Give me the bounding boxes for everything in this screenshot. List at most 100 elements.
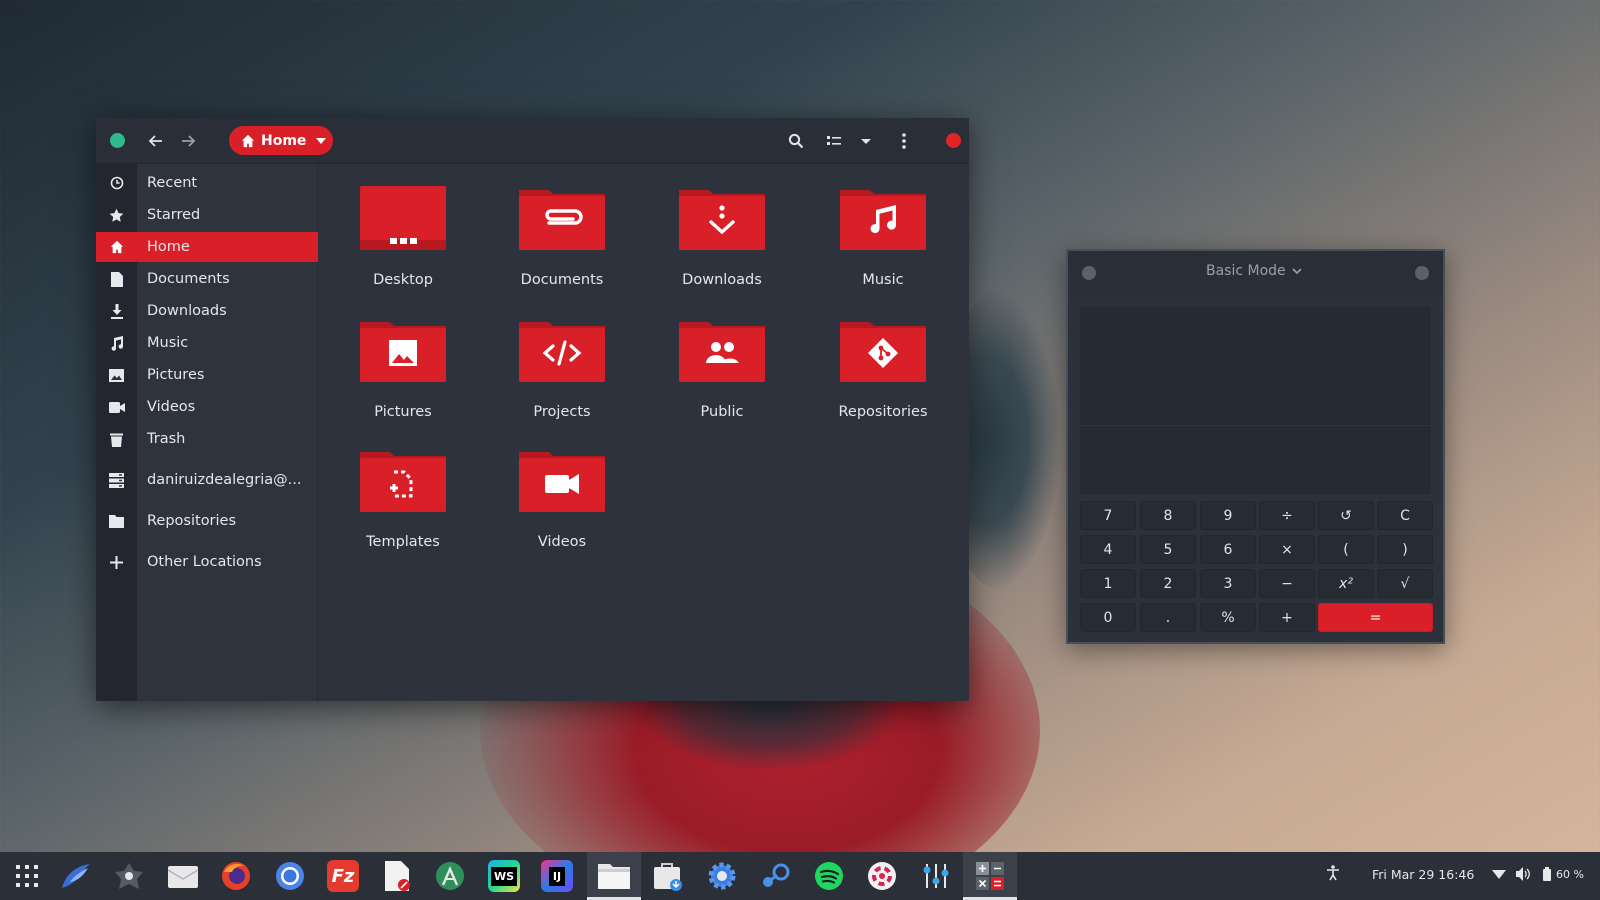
- text-editor-icon[interactable]: [370, 852, 424, 900]
- key-undo[interactable]: ↺: [1318, 501, 1374, 530]
- mode-label: Basic Mode: [1206, 263, 1286, 279]
- mail-icon[interactable]: [156, 852, 210, 900]
- folder-public[interactable]: Public: [652, 318, 792, 420]
- key-square[interactable]: x²: [1318, 569, 1374, 598]
- music-note-icon: [840, 190, 926, 250]
- key-equals[interactable]: =: [1318, 603, 1433, 632]
- path-bar-home-button[interactable]: Home: [229, 126, 333, 155]
- volume-icon[interactable]: [1516, 867, 1531, 881]
- key-3[interactable]: 3: [1200, 569, 1256, 598]
- calculator-menu-button[interactable]: [1082, 266, 1096, 280]
- folder-projects[interactable]: Projects: [492, 318, 632, 420]
- settings-icon[interactable]: [695, 852, 749, 900]
- key-0[interactable]: 0: [1080, 603, 1136, 632]
- eye-of-gnome-icon[interactable]: [102, 852, 156, 900]
- android-studio-icon[interactable]: [423, 852, 477, 900]
- close-window-button[interactable]: [1415, 266, 1429, 280]
- ubuntu-icon[interactable]: [855, 852, 909, 900]
- sidebar-item-label: Documents: [147, 271, 230, 287]
- folder-music[interactable]: Music: [813, 186, 953, 288]
- search-icon[interactable]: [786, 131, 806, 151]
- key-percent[interactable]: %: [1200, 603, 1256, 632]
- window-menu-button[interactable]: [110, 133, 125, 148]
- calculator-headerbar: Basic Mode: [1068, 251, 1443, 295]
- key-1[interactable]: 1: [1080, 569, 1136, 598]
- sidebar-item-label: Downloads: [147, 303, 227, 319]
- calculator-window: Basic Mode 7 8 9 ÷ ↺ C 4 5 6 × ( ) 1 2 3…: [1066, 249, 1445, 644]
- sidebar-item-starred[interactable]: Starred: [96, 200, 318, 230]
- key-close-paren[interactable]: ): [1377, 535, 1433, 564]
- close-window-button[interactable]: [946, 133, 961, 148]
- key-clear[interactable]: C: [1377, 501, 1433, 530]
- network-wifi-icon[interactable]: [1492, 869, 1506, 880]
- mixer-icon[interactable]: [909, 852, 963, 900]
- key-2[interactable]: 2: [1140, 569, 1196, 598]
- folder-documents[interactable]: Documents: [492, 186, 632, 288]
- key-add[interactable]: +: [1259, 603, 1315, 632]
- key-9[interactable]: 9: [1200, 501, 1256, 530]
- sidebar-item-documents[interactable]: Documents: [96, 264, 318, 294]
- sidebar-item-other-locations[interactable]: Other Locations: [96, 547, 318, 577]
- key-6[interactable]: 6: [1200, 535, 1256, 564]
- back-arrow-icon[interactable]: [146, 131, 166, 151]
- key-open-paren[interactable]: (: [1318, 535, 1374, 564]
- list-view-icon[interactable]: [824, 131, 844, 151]
- filezilla-icon[interactable]: Fz: [316, 852, 370, 900]
- files-icon[interactable]: [587, 852, 641, 900]
- image-icon: [360, 322, 446, 382]
- sidebar-item-label: Music: [147, 335, 189, 351]
- calculator-display[interactable]: [1080, 307, 1431, 494]
- software-center-icon[interactable]: [641, 852, 695, 900]
- sidebar-item-repositories[interactable]: Repositories: [96, 506, 318, 536]
- key-decimal[interactable]: .: [1140, 603, 1196, 632]
- sidebar-item-home[interactable]: Home: [96, 232, 318, 262]
- kebab-menu-icon[interactable]: [894, 131, 914, 151]
- download-icon: [96, 303, 137, 319]
- forward-arrow-icon[interactable]: [178, 131, 198, 151]
- path-bar-label: Home: [261, 132, 307, 149]
- steam-icon[interactable]: [748, 852, 802, 900]
- folder-desktop[interactable]: Desktop: [333, 186, 473, 288]
- battery-indicator[interactable]: 60 %: [1543, 867, 1584, 881]
- sidebar-item-label: Home: [147, 239, 190, 255]
- sidebar-item-label: Other Locations: [147, 554, 262, 570]
- sidebar-item-trash[interactable]: Trash: [96, 424, 318, 454]
- folder-downloads[interactable]: Downloads: [652, 186, 792, 288]
- trash-icon: [96, 432, 137, 447]
- folder-templates[interactable]: Templates: [333, 448, 473, 550]
- key-4[interactable]: 4: [1080, 535, 1136, 564]
- accessibility-icon[interactable]: [1326, 865, 1340, 881]
- sidebar-item-recent[interactable]: Recent: [96, 168, 318, 198]
- key-square-root[interactable]: √: [1377, 569, 1433, 598]
- key-8[interactable]: 8: [1140, 501, 1196, 530]
- folder-label: Desktop: [373, 272, 433, 288]
- firefox-icon[interactable]: [209, 852, 263, 900]
- intellij-icon[interactable]: IJ: [530, 852, 584, 900]
- sidebar-item-downloads[interactable]: Downloads: [96, 296, 318, 326]
- key-subtract[interactable]: −: [1259, 569, 1315, 598]
- folder-pictures[interactable]: Pictures: [333, 318, 473, 420]
- folder-repositories[interactable]: Repositories: [813, 318, 953, 420]
- chromium-icon[interactable]: [263, 852, 317, 900]
- sidebar-item-music[interactable]: Music: [96, 328, 318, 358]
- sidebar-item-pictures[interactable]: Pictures: [96, 360, 318, 390]
- display-separator: [1080, 425, 1431, 426]
- clock[interactable]: Fri Mar 29 16:46: [1372, 867, 1474, 882]
- sidebar-item-network-share[interactable]: daniruizdealegria@...: [96, 465, 318, 495]
- view-options-chevron-icon[interactable]: [856, 131, 876, 151]
- key-5[interactable]: 5: [1140, 535, 1196, 564]
- home-icon: [96, 240, 137, 254]
- calculator-icon[interactable]: [963, 852, 1017, 900]
- spotify-icon[interactable]: [802, 852, 856, 900]
- budgie-icon[interactable]: [49, 852, 103, 900]
- webstorm-icon[interactable]: WS: [477, 852, 531, 900]
- folder-label: Public: [700, 404, 744, 420]
- sidebar-item-videos[interactable]: Videos: [96, 392, 318, 422]
- app-grid-icon[interactable]: [0, 852, 54, 900]
- key-multiply[interactable]: ×: [1259, 535, 1315, 564]
- folder-videos[interactable]: Videos: [492, 448, 632, 550]
- plus-icon: [96, 555, 137, 569]
- key-7[interactable]: 7: [1080, 501, 1136, 530]
- key-divide[interactable]: ÷: [1259, 501, 1315, 530]
- mode-selector-button[interactable]: Basic Mode: [1206, 263, 1302, 279]
